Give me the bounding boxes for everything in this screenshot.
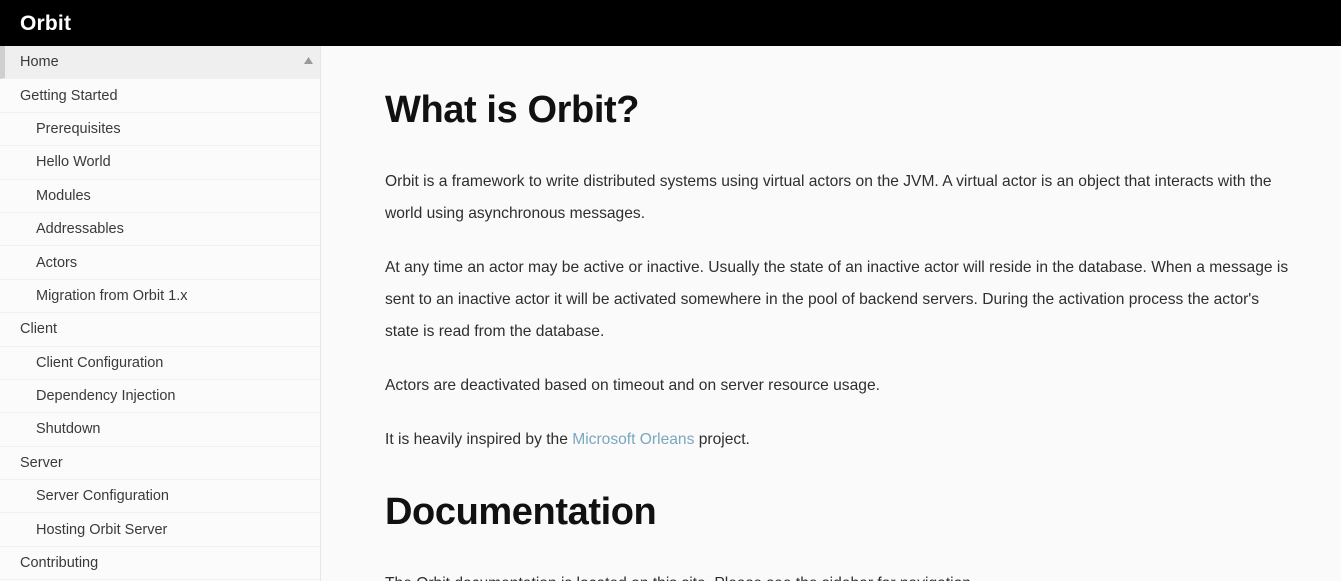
sidebar-item-label: Client Configuration: [36, 354, 164, 371]
sidebar-item-server-configuration[interactable]: Server Configuration: [0, 480, 320, 514]
sidebar-item-list: Home Getting Started Prerequisites Hello Wo…: [0, 46, 320, 581]
sidebar-item-actors[interactable]: Actors: [0, 246, 320, 280]
inspiration-text-before: It is heavily inspired by the: [385, 430, 573, 448]
sidebar-item-label: Getting Started: [20, 87, 118, 104]
paragraph-deactivation: Actors are deactivated based on timeout …: [385, 376, 880, 394]
sidebar-item-label: Shutdown: [36, 421, 101, 438]
sidebar-item-addressables[interactable]: Addressables: [0, 212, 320, 247]
sidebar-item-label: Prerequisites: [36, 120, 121, 137]
sidebar-item-label: Server: [20, 454, 63, 471]
sidebar-item-label: Hello World: [36, 154, 111, 171]
app-header: Orbit: [0, 0, 1341, 46]
sidebar-nav: Home Getting Started Prerequisites Hello Wo…: [0, 46, 321, 581]
paragraph-activation: At any time an actor may be active or in…: [385, 258, 1289, 340]
page-title-documentation: Documentation: [385, 490, 657, 533]
sidebar-item-label: Server Configuration: [36, 488, 169, 505]
sidebar-item-label: Home: [20, 54, 59, 71]
sidebar-item-migration-from-orbit-1-x[interactable]: Migration from Orbit 1.x: [0, 279, 320, 314]
sidebar-item-hosting-orbit-server[interactable]: Hosting Orbit Server: [0, 513, 320, 547]
sidebar-item-modules[interactable]: Modules: [0, 179, 320, 213]
sidebar-item-getting-started[interactable]: Getting Started: [0, 79, 320, 113]
main-content: What is Orbit? Orbit is a framework to w…: [321, 46, 1341, 581]
sidebar-item-dependency-injection[interactable]: Dependency Injection: [0, 379, 320, 414]
sidebar-item-label: Dependency Injection: [36, 388, 176, 405]
page-body: Home Getting Started Prerequisites Hello Wo…: [0, 46, 1341, 581]
sidebar-item-label: Modules: [36, 187, 91, 204]
sidebar-item-label: Contributing: [20, 555, 99, 572]
sidebar-item-client[interactable]: Client: [0, 313, 320, 347]
sidebar-item-home[interactable]: Home: [0, 46, 320, 80]
sidebar-item-hello-world[interactable]: Hello World: [0, 146, 320, 180]
page-title-what-is-orbit: What is Orbit?: [385, 89, 640, 131]
paragraph-documentation: The Orbit documentation is located on th…: [385, 568, 1295, 581]
sidebar-item-label: Actors: [36, 254, 78, 271]
paragraph-intro: Orbit is a framework to write distribute…: [385, 172, 1272, 222]
sidebar-item-label: Migration from Orbit 1.x: [36, 287, 188, 304]
site-title[interactable]: Orbit: [0, 13, 71, 34]
sidebar-item-label: Addressables: [36, 221, 124, 238]
sidebar-item-prerequisites[interactable]: Prerequisites: [0, 112, 320, 147]
sidebar-item-shutdown[interactable]: Shutdown: [0, 413, 320, 447]
sidebar-item-contributing[interactable]: Contributing: [0, 546, 320, 581]
sidebar-item-label: Hosting Orbit Server: [36, 521, 168, 538]
microsoft-orleans-link[interactable]: Microsoft Orleans: [572, 431, 694, 448]
sidebar-item-label: Client: [20, 321, 58, 338]
paragraph-inspiration: It is heavily inspired by the Microsoft …: [385, 424, 1295, 456]
sidebar-item-server[interactable]: Server: [0, 446, 320, 481]
inspiration-text-after: project.: [694, 430, 750, 448]
sidebar-item-client-configuration[interactable]: Client Configuration: [0, 346, 320, 380]
chevron-up-icon[interactable]: [303, 56, 314, 65]
